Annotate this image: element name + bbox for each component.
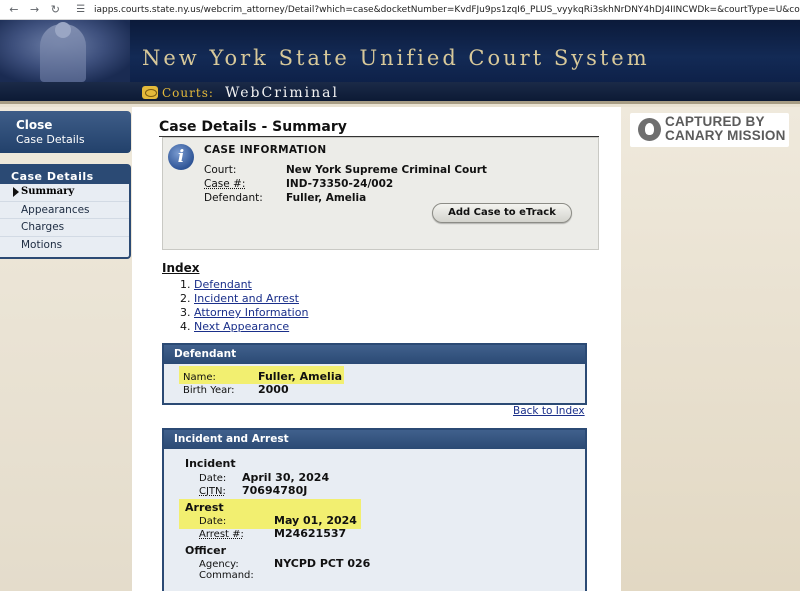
lady-justice-image <box>0 20 130 82</box>
cjtn-label: CJTN: <box>199 486 226 497</box>
courts-logo-icon <box>142 86 158 99</box>
command-label: Command: <box>199 570 254 581</box>
incident-subtitle: Incident <box>185 457 236 470</box>
birth-year-row: Birth Year: 2000 <box>183 383 289 396</box>
defendant-section-title: Defendant <box>164 345 585 364</box>
sidebar-item-charges[interactable]: Charges <box>0 219 129 237</box>
court-label: Court: <box>204 164 237 176</box>
page-title: Case Details - Summary <box>159 119 347 135</box>
address-bar[interactable]: iapps.courts.state.ny.us/webcrim_attorne… <box>94 5 800 15</box>
list-item: 1. Defendant <box>180 278 308 292</box>
case-details-nav-title: Case Details <box>0 166 129 184</box>
case-number-label: Case #: <box>204 178 246 190</box>
watermark-line2: CANARY MISSION <box>665 128 786 143</box>
case-information-panel: i CASE INFORMATION Court: New York Suprem… <box>162 137 599 250</box>
arrest-date-row: Date: May 01, 2024 <box>199 514 357 527</box>
index-number: 2. <box>180 292 191 305</box>
close-title: Close <box>16 118 53 132</box>
watermark-line1: CAPTURED BY <box>665 114 765 129</box>
arrest-number-value: M24621537 <box>274 527 347 540</box>
incident-date-label: Date: <box>199 473 227 484</box>
list-item: 3. Attorney Information <box>180 306 308 320</box>
sidebar-item-label: Summary <box>21 186 75 197</box>
case-information-heading: CASE INFORMATION <box>204 144 327 156</box>
main-content: Case Details - Summary i CASE INFORMATIO… <box>132 107 621 591</box>
left-sidebar: Close Case Details Case Details Summary … <box>0 107 132 591</box>
index-link-incident-and-arrest[interactable]: Incident and Arrest <box>194 292 299 305</box>
site-banner: New York State Unified Court System <box>0 20 800 82</box>
index-link-next-appearance[interactable]: Next Appearance <box>194 320 289 333</box>
sidebar-item-label: Charges <box>21 221 65 233</box>
arrest-date-label: Date: <box>199 516 227 527</box>
incident-date-value: April 30, 2024 <box>242 471 330 484</box>
courts-label: Courts: <box>162 86 214 100</box>
list-item: 2. Incident and Arrest <box>180 292 308 306</box>
arrest-number-label: Arrest #: <box>199 529 244 540</box>
agency-label: Agency: <box>199 559 239 570</box>
triangle-right-icon <box>13 187 19 197</box>
index-number: 1. <box>180 278 191 291</box>
back-to-index-link[interactable]: Back to Index <box>513 405 585 417</box>
site-title: New York State Unified Court System <box>142 46 650 70</box>
index-link-defendant[interactable]: Defendant <box>194 278 252 291</box>
add-case-to-etrack-button[interactable]: Add Case to eTrack <box>432 203 572 223</box>
command-row: Command: <box>199 570 274 581</box>
name-value: Fuller, Amelia <box>258 370 343 383</box>
watermark-badge: CAPTURED BY CANARY MISSION <box>630 113 789 147</box>
incident-date-row: Date: April 30, 2024 <box>199 471 329 484</box>
defendant-value: Fuller, Amelia <box>286 192 367 204</box>
agency-value: NYCPD PCT 026 <box>274 557 371 570</box>
index-number: 3. <box>180 306 191 319</box>
index-heading: Index <box>162 261 200 275</box>
sidebar-item-summary[interactable]: Summary <box>0 184 129 202</box>
arrow-left-icon[interactable]: ← <box>7 3 21 17</box>
arrest-date-value: May 01, 2024 <box>274 514 357 527</box>
browser-toolbar: ← → ↻ ☰ iapps.courts.state.ny.us/webcrim… <box>0 0 800 20</box>
sidebar-item-label: Motions <box>21 238 63 251</box>
birth-year-value: 2000 <box>258 383 289 396</box>
case-details-nav: Case Details Summary Appearances Charges… <box>0 164 131 259</box>
canary-logo-icon <box>638 118 661 141</box>
incident-arrest-section-title: Incident and Arrest <box>164 430 585 449</box>
name-row: Name: Fuller, Amelia <box>183 370 342 383</box>
index-link-attorney-information[interactable]: Attorney Information <box>194 306 308 319</box>
incident-arrest-section: Incident and Arrest Incident Date: April … <box>162 428 587 591</box>
close-case-details-button[interactable]: Close Case Details <box>0 111 131 153</box>
reload-icon[interactable]: ↻ <box>48 3 62 17</box>
sidebar-item-label: Appearances <box>21 203 90 216</box>
defendant-label: Defendant: <box>204 192 263 204</box>
sidebar-item-motions[interactable]: Motions <box>0 237 129 255</box>
case-number-row: Case #: IND-73350-24/002 <box>204 178 393 190</box>
info-icon: i <box>168 144 194 170</box>
defendant-section: Defendant Name: Fuller, Amelia Birth Year… <box>162 343 587 405</box>
index-list: 1. Defendant 2. Incident and Arrest 3. A… <box>180 278 308 334</box>
site-settings-icon[interactable]: ☰ <box>76 4 88 16</box>
index-number: 4. <box>180 320 191 333</box>
right-margin <box>621 107 800 591</box>
court-value: New York Supreme Criminal Court <box>286 164 487 176</box>
arrest-subtitle: Arrest <box>185 501 224 514</box>
sidebar-item-appearances[interactable]: Appearances <box>0 202 129 219</box>
product-bar: Courts: WebCriminal <box>0 82 800 104</box>
close-subtitle: Case Details <box>16 133 85 146</box>
list-item: 4. Next Appearance <box>180 320 308 334</box>
case-number-value: IND-73350-24/002 <box>286 178 394 190</box>
agency-row: Agency: NYCPD PCT 026 <box>199 557 370 570</box>
name-label: Name: <box>183 372 216 383</box>
arrow-right-icon[interactable]: → <box>28 3 42 17</box>
cjtn-value: 70694780J <box>242 484 308 497</box>
birth-year-label: Birth Year: <box>183 385 235 396</box>
officer-subtitle: Officer <box>185 544 227 557</box>
cjtn-row: CJTN: 70694780J <box>199 484 307 497</box>
defendant-row: Defendant: Fuller, Amelia <box>204 192 366 204</box>
arrest-number-row: Arrest #: M24621537 <box>199 527 346 540</box>
product-name: WebCriminal <box>225 85 339 101</box>
court-row: Court: New York Supreme Criminal Court <box>204 164 487 176</box>
watermark-text: CAPTURED BY CANARY MISSION <box>665 115 786 143</box>
